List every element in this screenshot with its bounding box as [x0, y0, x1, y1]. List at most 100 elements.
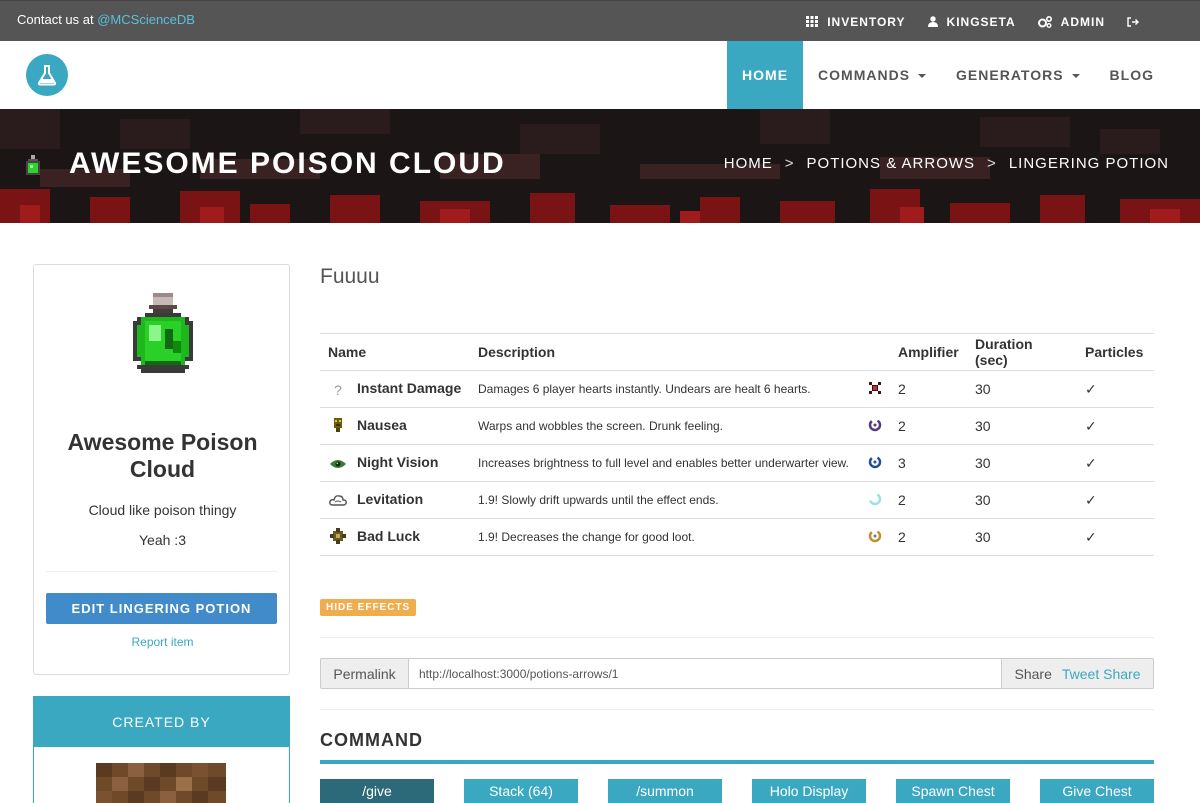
table-header-row: Name Description Amplifier Duration (sec… — [320, 333, 1154, 371]
effect-duration: 30 — [967, 407, 1077, 445]
section-divider — [320, 637, 1154, 638]
site-logo[interactable] — [26, 54, 68, 96]
top-nav-label: ADMIN — [1060, 14, 1105, 29]
effect-description: Increases brightness to full level and e… — [470, 444, 860, 482]
top-nav-label: KINGSETA — [946, 14, 1016, 29]
effect-name-cell: Nausea — [320, 407, 470, 445]
effect-particles: ✓ — [1077, 407, 1154, 445]
effect-name: Night Vision — [357, 454, 439, 471]
nav-label: GENERATORS — [956, 67, 1064, 83]
contact-prefix: Contact us at — [17, 12, 94, 27]
top-nav-user[interactable]: KINGSETA — [927, 14, 1016, 29]
effect-name-cell: Bad Luck — [320, 518, 470, 556]
item-note: Yeah :3 — [139, 532, 186, 548]
effect-amplifier: 2 — [890, 370, 967, 408]
column-header: Duration (sec) — [967, 333, 1077, 371]
top-nav-logout[interactable] — [1127, 16, 1148, 27]
top-nav-label: INVENTORY — [827, 14, 906, 29]
command-heading: COMMAND — [320, 730, 423, 750]
item-card: Awesome Poison Cloud Cloud like poison t… — [33, 264, 290, 675]
nav-label: COMMANDS — [818, 67, 911, 83]
sign-out-icon — [1127, 16, 1139, 27]
item-description: Cloud like poison thingy — [88, 502, 237, 518]
edit-item-button[interactable]: EDIT LINGERING POTION — [46, 593, 277, 624]
top-bar: Contact us at @MCScienceDB INVENTORY KIN… — [0, 0, 1200, 41]
command-stack-button[interactable]: Stack (64) — [464, 779, 578, 803]
effect-name: Levitation — [357, 491, 424, 508]
effect-particles: ✓ — [1077, 444, 1154, 482]
permalink-bar: Permalink http://localhost:3000/potions-… — [320, 658, 1154, 689]
share-group: Share Tweet Share — [1001, 658, 1154, 689]
command-spawn-chest-button[interactable]: Spawn Chest — [896, 779, 1010, 803]
damage-particle-icon — [869, 381, 881, 394]
swirl-particle-icon — [868, 418, 882, 431]
command-summon-button[interactable]: /summon — [608, 779, 722, 803]
effect-description: 1.9! Decreases the change for good loot. — [470, 518, 860, 556]
cogs-icon — [1037, 15, 1052, 28]
effect-description: Warps and wobbles the screen. Drunk feel… — [470, 407, 860, 445]
hide-effects-button[interactable]: HIDE EFFECTS — [320, 599, 417, 616]
contact-link[interactable]: @MCScienceDB — [97, 12, 195, 27]
effect-duration: 30 — [967, 444, 1077, 482]
effect-name-cell: Night Vision — [320, 444, 470, 482]
command-holo-display-button[interactable]: Holo Display — [752, 779, 866, 803]
report-item-link[interactable]: Report item — [34, 635, 291, 649]
effect-name: Nausea — [357, 417, 407, 434]
breadcrumb-category[interactable]: POTIONS & ARROWS — [807, 155, 976, 172]
bad-luck-icon — [328, 527, 348, 547]
effect-name-cell: Levitation — [320, 481, 470, 519]
effect-particle-cell — [860, 481, 890, 519]
share-label: Share — [1014, 665, 1052, 682]
user-icon — [927, 16, 938, 27]
column-header: Description — [470, 333, 860, 371]
creator-avatar[interactable] — [96, 763, 226, 803]
lingering-potion-icon — [133, 293, 193, 373]
effect-amplifier: 2 — [890, 407, 967, 445]
permalink-input[interactable]: http://localhost:3000/potions-arrows/1 — [409, 658, 1001, 689]
column-header — [860, 333, 890, 371]
column-header: Name — [320, 333, 470, 371]
tweet-share-link[interactable]: Tweet Share — [1062, 666, 1141, 682]
item-subtitle: Fuuuu — [320, 265, 380, 288]
swirl-particle-icon — [868, 529, 882, 542]
top-nav-inventory[interactable]: INVENTORY — [806, 15, 905, 29]
caret-down-icon — [918, 74, 927, 78]
flask-icon — [37, 65, 57, 86]
breadcrumb-separator: > — [987, 155, 997, 172]
question-icon: ? — [334, 381, 342, 398]
main-nav: HOME COMMANDS GENERATORS BLOG — [0, 41, 1200, 109]
effect-amplifier: 3 — [890, 444, 967, 482]
item-title: Awesome Poison Cloud — [67, 429, 258, 482]
swirl-particle-icon — [868, 455, 882, 468]
table-row: ? Instant Damage Damages 6 player hearts … — [320, 370, 1154, 408]
permalink-label: Permalink — [320, 658, 409, 689]
created-by-heading: CREATED BY — [34, 697, 289, 747]
effect-particle-cell — [860, 518, 890, 556]
effect-description: Damages 6 player hearts instantly. Undea… — [470, 370, 860, 408]
caret-down-icon — [1071, 74, 1080, 78]
nav-home[interactable]: HOME — [727, 41, 804, 109]
top-nav: INVENTORY KINGSETA ADMIN — [784, 1, 1148, 42]
potion-small-icon — [26, 155, 40, 175]
effect-name-cell: ? Instant Damage — [320, 370, 470, 408]
contact-text: Contact us at @MCScienceDB — [17, 12, 195, 27]
effect-duration: 30 — [967, 518, 1077, 556]
command-give-chest-button[interactable]: Give Chest — [1040, 779, 1154, 803]
card-divider — [46, 571, 277, 572]
table-row: Levitation 1.9! Slowly drift upwards unt… — [320, 481, 1154, 519]
effect-name: Instant Damage — [357, 380, 462, 397]
nav-blog[interactable]: BLOG — [1095, 41, 1169, 109]
nav-generators[interactable]: GENERATORS — [941, 41, 1095, 109]
nav-items: HOME COMMANDS GENERATORS BLOG — [727, 41, 1169, 109]
column-header: Particles — [1077, 333, 1154, 371]
effect-particle-cell — [860, 407, 890, 445]
section-divider — [320, 709, 1154, 710]
effect-description: 1.9! Slowly drift upwards until the effe… — [470, 481, 860, 519]
effect-duration: 30 — [967, 370, 1077, 408]
effects-table: Name Description Amplifier Duration (sec… — [320, 333, 1154, 556]
grid-icon — [806, 16, 819, 27]
command-give-button[interactable]: /give — [320, 779, 434, 803]
top-nav-admin[interactable]: ADMIN — [1037, 14, 1105, 29]
breadcrumb-home[interactable]: HOME — [724, 155, 773, 172]
nav-commands[interactable]: COMMANDS — [803, 41, 941, 109]
